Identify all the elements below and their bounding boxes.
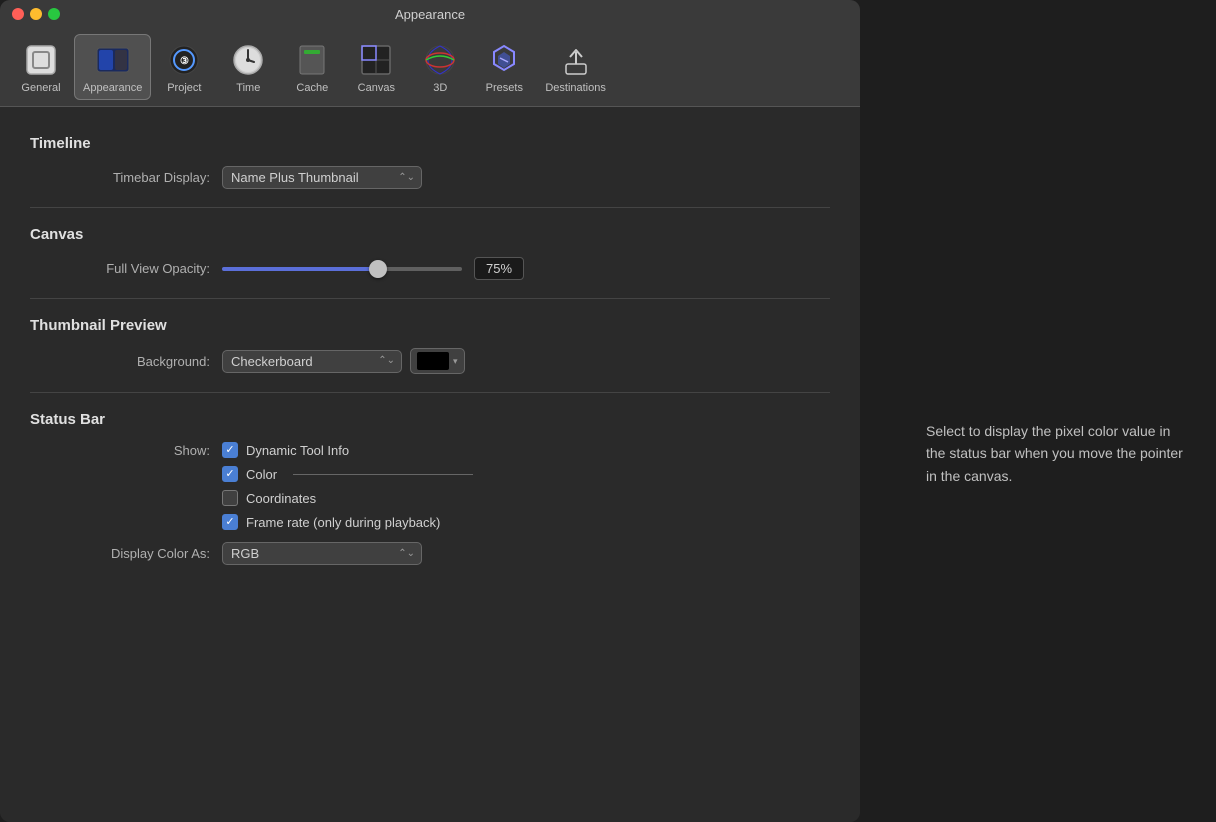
divider-2 <box>30 298 830 299</box>
toolbar: General Appearance <box>0 28 860 107</box>
checkbox-row-dynamic-tool-info: ✓ Dynamic Tool Info <box>222 442 473 458</box>
background-select-wrapper: Checkerboard White Black Gray <box>222 350 402 373</box>
checkbox-row-frame-rate: ✓ Frame rate (only during playback) <box>222 514 473 530</box>
timeline-section-title: Timeline <box>30 135 830 152</box>
checkmark-frame-rate: ✓ <box>225 517 234 528</box>
thumbnail-preview-title: Thumbnail Preview <box>30 317 830 334</box>
appearance-label: Appearance <box>83 82 142 94</box>
display-color-as-wrapper: RGB HSB HSL Grayscale <box>222 542 422 565</box>
toolbar-item-general[interactable]: General <box>10 35 72 99</box>
divider-1 <box>30 207 830 208</box>
background-controls: Checkerboard White Black Gray ▾ <box>222 348 465 374</box>
checkbox-group: ✓ Dynamic Tool Info ✓ Color <box>222 442 473 530</box>
close-button[interactable] <box>12 8 24 20</box>
opacity-slider-wrapper: 75% <box>222 257 524 280</box>
maximize-button[interactable] <box>48 8 60 20</box>
display-color-as-label: Display Color As: <box>50 546 210 561</box>
toolbar-item-3d[interactable]: 3D <box>409 35 471 99</box>
checkbox-frame-rate[interactable]: ✓ <box>222 514 238 530</box>
3d-icon <box>420 40 460 80</box>
status-bar-section: Status Bar Show: ✓ Dynamic Tool Info <box>30 411 830 565</box>
display-color-as-row: Display Color As: RGB HSB HSL Grayscale <box>30 542 830 565</box>
background-select[interactable]: Checkerboard White Black Gray <box>222 350 402 373</box>
cache-icon <box>292 40 332 80</box>
opacity-value: 75% <box>474 257 524 280</box>
project-label: Project <box>167 82 201 94</box>
status-bar-title: Status Bar <box>30 411 830 428</box>
timebar-display-label: Timebar Display: <box>50 170 210 185</box>
appearance-icon <box>93 40 133 80</box>
color-swatch <box>417 352 449 370</box>
timeline-section: Timeline Timebar Display: Name Plus Thum… <box>30 135 830 189</box>
opacity-slider-thumb[interactable] <box>369 260 387 278</box>
canvas-label: Canvas <box>358 82 395 94</box>
presets-icon <box>484 40 524 80</box>
thumbnail-preview-section: Thumbnail Preview Background: Checkerboa… <box>30 317 830 374</box>
annotation-box: Select to display the pixel color value … <box>926 420 1186 487</box>
content-area: Timeline Timebar Display: Name Plus Thum… <box>0 107 860 822</box>
opacity-row: Full View Opacity: 75% <box>30 257 830 280</box>
canvas-section-title: Canvas <box>30 226 830 243</box>
canvas-icon <box>356 40 396 80</box>
checkbox-row-color: ✓ Color <box>222 466 473 482</box>
checkbox-label-frame-rate: Frame rate (only during playback) <box>246 515 440 530</box>
checkbox-row-coordinates: Coordinates <box>222 490 473 506</box>
checkbox-dynamic-tool-info[interactable]: ✓ <box>222 442 238 458</box>
checkbox-label-coordinates: Coordinates <box>246 491 316 506</box>
toolbar-item-project[interactable]: ③ Project <box>153 35 215 99</box>
background-label: Background: <box>50 354 210 369</box>
minimize-button[interactable] <box>30 8 42 20</box>
color-swatch-button[interactable]: ▾ <box>410 348 465 374</box>
checkbox-color[interactable]: ✓ <box>222 466 238 482</box>
opacity-slider-track[interactable] <box>222 267 462 271</box>
annotation-text: Select to display the pixel color value … <box>926 423 1183 484</box>
timebar-display-select[interactable]: Name Plus Thumbnail Name Only Thumbnail … <box>222 166 422 189</box>
toolbar-item-canvas[interactable]: Canvas <box>345 35 407 99</box>
traffic-lights <box>12 8 60 20</box>
toolbar-item-cache[interactable]: Cache <box>281 35 343 99</box>
presets-label: Presets <box>486 82 523 94</box>
title-bar: Appearance <box>0 0 860 28</box>
opacity-label: Full View Opacity: <box>50 261 210 276</box>
toolbar-item-time[interactable]: Time <box>217 35 279 99</box>
main-window: Appearance General <box>0 0 860 822</box>
timebar-display-wrapper: Name Plus Thumbnail Name Only Thumbnail … <box>222 166 422 189</box>
window-title: Appearance <box>395 7 465 22</box>
checkmark-dynamic-tool-info: ✓ <box>225 445 234 456</box>
destinations-label: Destinations <box>545 82 606 94</box>
project-icon: ③ <box>164 40 204 80</box>
divider-3 <box>30 392 830 393</box>
cache-label: Cache <box>296 82 328 94</box>
toolbar-item-appearance[interactable]: Appearance <box>74 34 151 100</box>
general-label: General <box>21 82 60 94</box>
svg-text:③: ③ <box>180 56 189 67</box>
checkbox-label-dynamic-tool-info: Dynamic Tool Info <box>246 443 349 458</box>
checkbox-label-color: Color <box>246 467 277 482</box>
canvas-section: Canvas Full View Opacity: 75% <box>30 226 830 280</box>
show-label: Show: <box>50 442 210 458</box>
show-row: Show: ✓ Dynamic Tool Info ✓ <box>30 442 830 530</box>
checkmark-color: ✓ <box>225 469 234 480</box>
display-color-as-select[interactable]: RGB HSB HSL Grayscale <box>222 542 422 565</box>
toolbar-item-presets[interactable]: Presets <box>473 35 535 99</box>
color-swatch-arrow: ▾ <box>453 356 458 367</box>
time-icon <box>228 40 268 80</box>
time-label: Time <box>236 82 260 94</box>
background-row: Background: Checkerboard White Black Gra… <box>30 348 830 374</box>
timebar-display-row: Timebar Display: Name Plus Thumbnail Nam… <box>30 166 830 189</box>
color-connector-line <box>293 474 473 475</box>
general-icon <box>21 40 61 80</box>
destinations-icon <box>556 40 596 80</box>
checkbox-coordinates[interactable] <box>222 490 238 506</box>
toolbar-item-destinations[interactable]: Destinations <box>537 35 614 99</box>
3d-label: 3D <box>433 82 447 94</box>
